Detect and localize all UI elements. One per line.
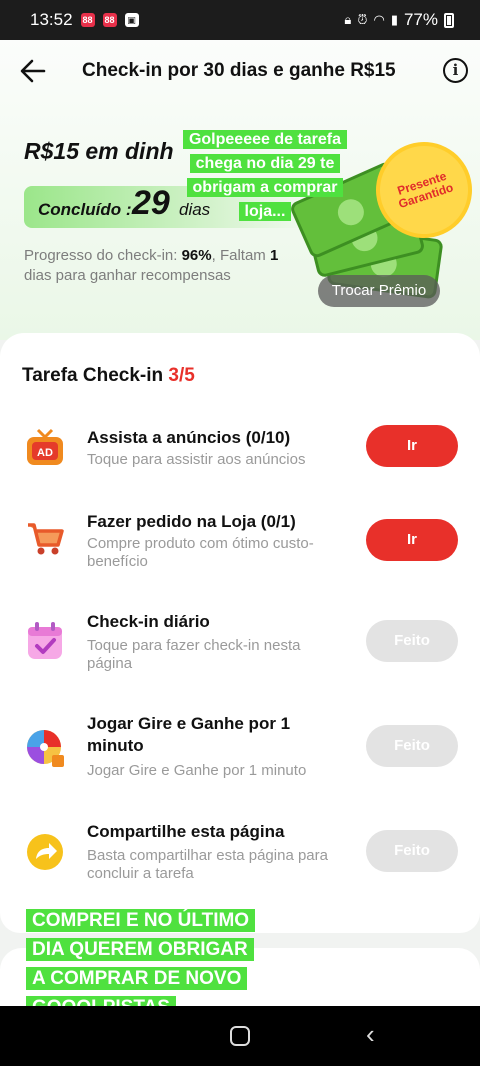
task-desc: Basta compartilhar esta página para conc…	[87, 847, 328, 882]
notification-image-icon: ▣	[124, 13, 139, 27]
lock-icon: 🔒︎	[344, 12, 352, 27]
task-name: Check-in diário	[87, 612, 210, 631]
done-button[interactable]: Feito	[366, 620, 458, 662]
task-desc: Compre produto com ótimo custo-benefício	[87, 535, 314, 570]
info-icon[interactable]: i	[443, 58, 468, 83]
task-desc: Jogar Gire e Ganhe por 1 minuto	[87, 762, 307, 779]
task-card-title: Tarefa Check-in 3/5	[22, 365, 195, 386]
notification-app-icon: 88	[102, 13, 117, 27]
done-button[interactable]: Feito	[366, 725, 458, 767]
app-header: Check-in por 30 dias e ganhe R$15 i	[0, 40, 480, 102]
task-desc: Toque para fazer check-in nesta página	[87, 637, 301, 672]
ad-tv-icon: AD	[24, 427, 66, 469]
prize-wheel-icon	[24, 727, 66, 769]
share-arrow-icon	[24, 831, 66, 873]
home-icon[interactable]	[230, 1026, 250, 1046]
task-count: 3/5	[168, 365, 195, 386]
go-button[interactable]: Ir	[366, 519, 458, 561]
status-time: 13:52	[30, 10, 73, 29]
signal-icon: ▮	[390, 12, 398, 27]
alarm-icon: ⏰︎	[357, 12, 368, 27]
reward-title: R$15 em dinh	[24, 138, 174, 164]
wifi-icon: ◠	[373, 12, 385, 27]
battery-percent: 77%	[403, 10, 438, 29]
task-card: Tarefa Check-in 3/5 AD Assista a anúncio…	[0, 333, 480, 933]
task-desc: Toque para assistir aos anúncios	[87, 451, 306, 468]
svg-text:AD: AD	[37, 447, 53, 459]
notification-app-icon: 88	[80, 13, 95, 27]
progress-percent: 96%	[181, 247, 212, 264]
back-chevron-icon[interactable]: ‹	[366, 1020, 375, 1048]
shopping-cart-icon	[24, 517, 66, 559]
remaining-days: 1	[269, 247, 279, 264]
task-name: Assista a anúncios (0/10)	[87, 428, 291, 447]
done-label: Concluído :	[38, 200, 132, 219]
progress-text: Progresso do check-in: 96%, Faltam 1 dia…	[24, 247, 279, 284]
task-name: Compartilhe esta página	[87, 822, 285, 841]
done-button[interactable]: Feito	[366, 830, 458, 872]
system-nav-bar: ‹	[0, 1006, 480, 1066]
calendar-check-icon	[24, 619, 66, 661]
back-arrow-icon[interactable]	[18, 56, 48, 86]
overlay-caption-top: Golpeeeee de tarefa chega no dia 29 te o…	[180, 128, 350, 224]
task-name: Fazer pedido na Loja (0/1)	[87, 512, 296, 531]
page-title: Check-in por 30 dias e ganhe R$15	[82, 60, 396, 81]
task-name: Jogar Gire e Ganhe por 1 minuto	[87, 714, 291, 755]
overlay-caption-bottom: COMPREI E NO ÚLTIMO DIA QUEREM OBRIGAR A…	[26, 906, 256, 1022]
trocar-premio-button[interactable]: Trocar Prêmio	[318, 275, 440, 307]
battery-icon	[444, 12, 454, 28]
status-bar: 13:52 88 88 ▣ 🔒︎ ⏰︎ ◠ ▮ 77%	[0, 0, 480, 40]
hero-section: Check-in por 30 dias e ganhe R$15 i R$15…	[0, 40, 480, 340]
go-button[interactable]: Ir	[366, 425, 458, 467]
done-days-number: 29	[132, 184, 170, 222]
